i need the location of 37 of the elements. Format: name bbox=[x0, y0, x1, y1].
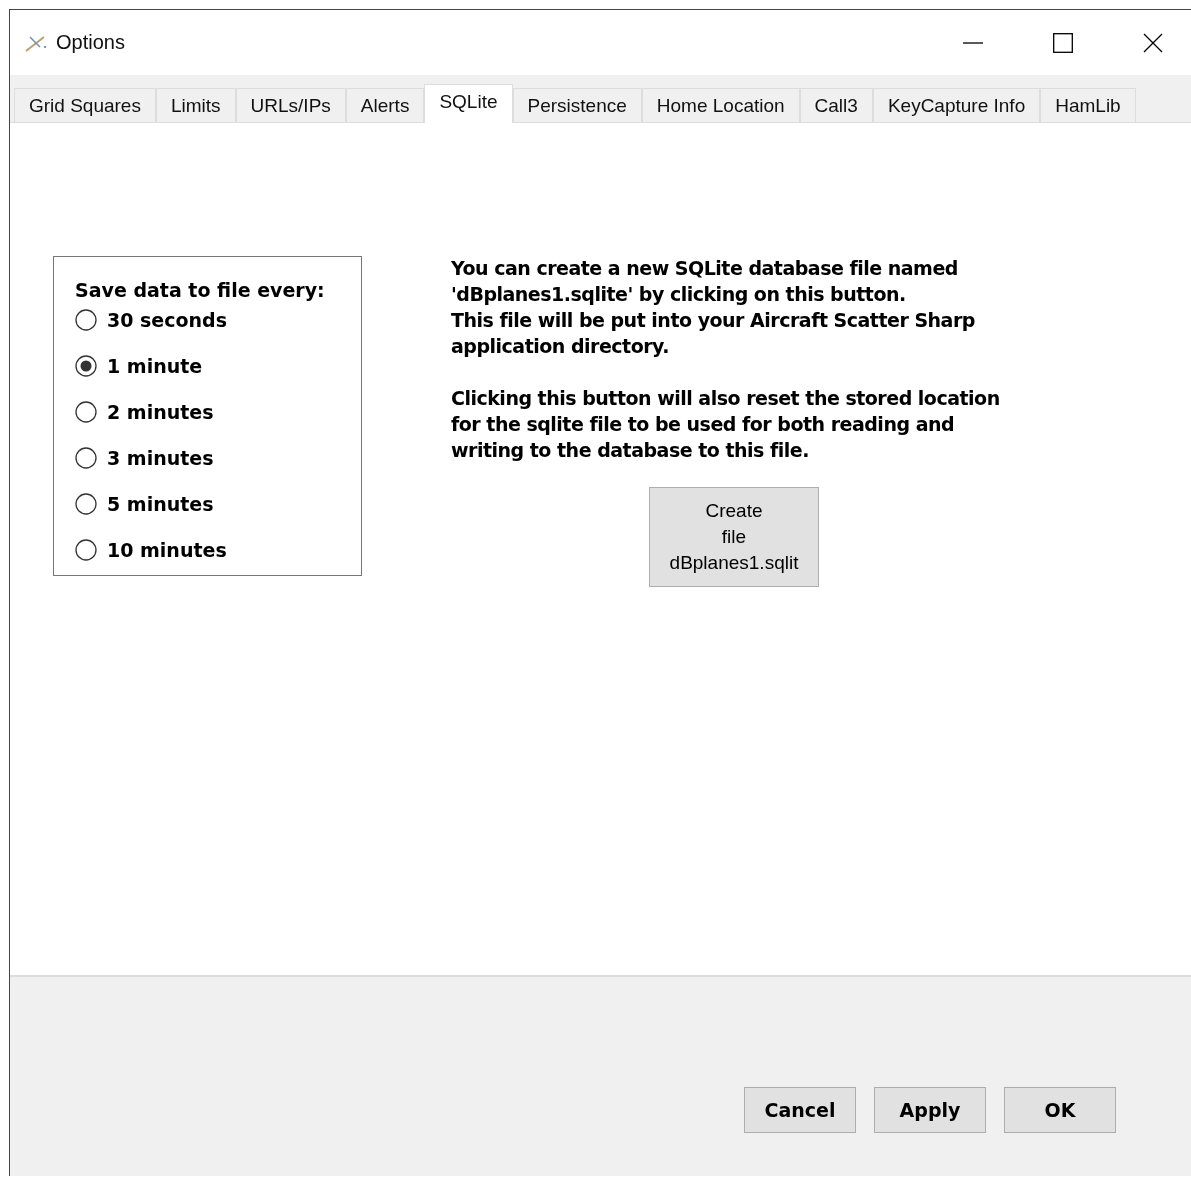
group-title: Save data to file every: bbox=[75, 279, 326, 301]
tab[interactable]: Alerts bbox=[345, 88, 425, 122]
tab[interactable]: KeyCapture Info bbox=[872, 88, 1041, 122]
radio-label: 3 minutes bbox=[107, 447, 214, 469]
radio-button[interactable] bbox=[75, 355, 97, 377]
dialog-button[interactable]: Apply bbox=[874, 1087, 986, 1133]
maximize-icon[interactable] bbox=[1053, 32, 1073, 53]
radio-label: 10 minutes bbox=[107, 539, 227, 561]
tab[interactable]: Persistence bbox=[512, 88, 642, 122]
description-text: for the sqlite file to be used for both reading and bbox=[451, 413, 955, 435]
radio-button[interactable] bbox=[75, 401, 97, 423]
radio-label: 5 minutes bbox=[107, 493, 214, 515]
radio-label: 1 minute bbox=[107, 355, 203, 377]
tab[interactable]: Call3 bbox=[799, 88, 873, 122]
tab[interactable]: URLs/IPs bbox=[235, 88, 346, 122]
radio-button[interactable] bbox=[75, 493, 97, 515]
description-text: Clicking this button will also reset the stored location bbox=[451, 387, 1000, 409]
dialog-button[interactable]: Cancel bbox=[744, 1087, 856, 1133]
tab[interactable]: Home Location bbox=[641, 88, 800, 122]
description-text: writing to the database to this file. bbox=[451, 439, 809, 461]
dialog-button[interactable]: OK bbox=[1004, 1087, 1116, 1133]
tab[interactable]: Limits bbox=[155, 88, 236, 122]
close-icon[interactable] bbox=[1143, 32, 1163, 53]
description-text: You can create a new SQLite database file named bbox=[451, 257, 958, 279]
radio-button[interactable] bbox=[75, 447, 97, 469]
radio-button[interactable] bbox=[75, 539, 97, 561]
tab[interactable]: SQLite bbox=[424, 84, 513, 123]
tab[interactable]: Grid Squares bbox=[14, 88, 156, 122]
description-text: application directory. bbox=[451, 335, 669, 357]
radio-button[interactable] bbox=[75, 309, 97, 331]
create-file-button[interactable]: Create file dBplanes1.sqlit bbox=[649, 487, 819, 587]
window-title: Options bbox=[56, 31, 125, 54]
radio-label: 30 seconds bbox=[107, 309, 227, 331]
radio-label: 2 minutes bbox=[107, 401, 214, 423]
tab[interactable]: HamLib bbox=[1040, 88, 1136, 122]
description-text: This file will be put into your Aircraft Scatter Sharp bbox=[451, 309, 975, 331]
description-text: 'dBplanes1.sqlite' by clicking on this button. bbox=[451, 283, 906, 305]
